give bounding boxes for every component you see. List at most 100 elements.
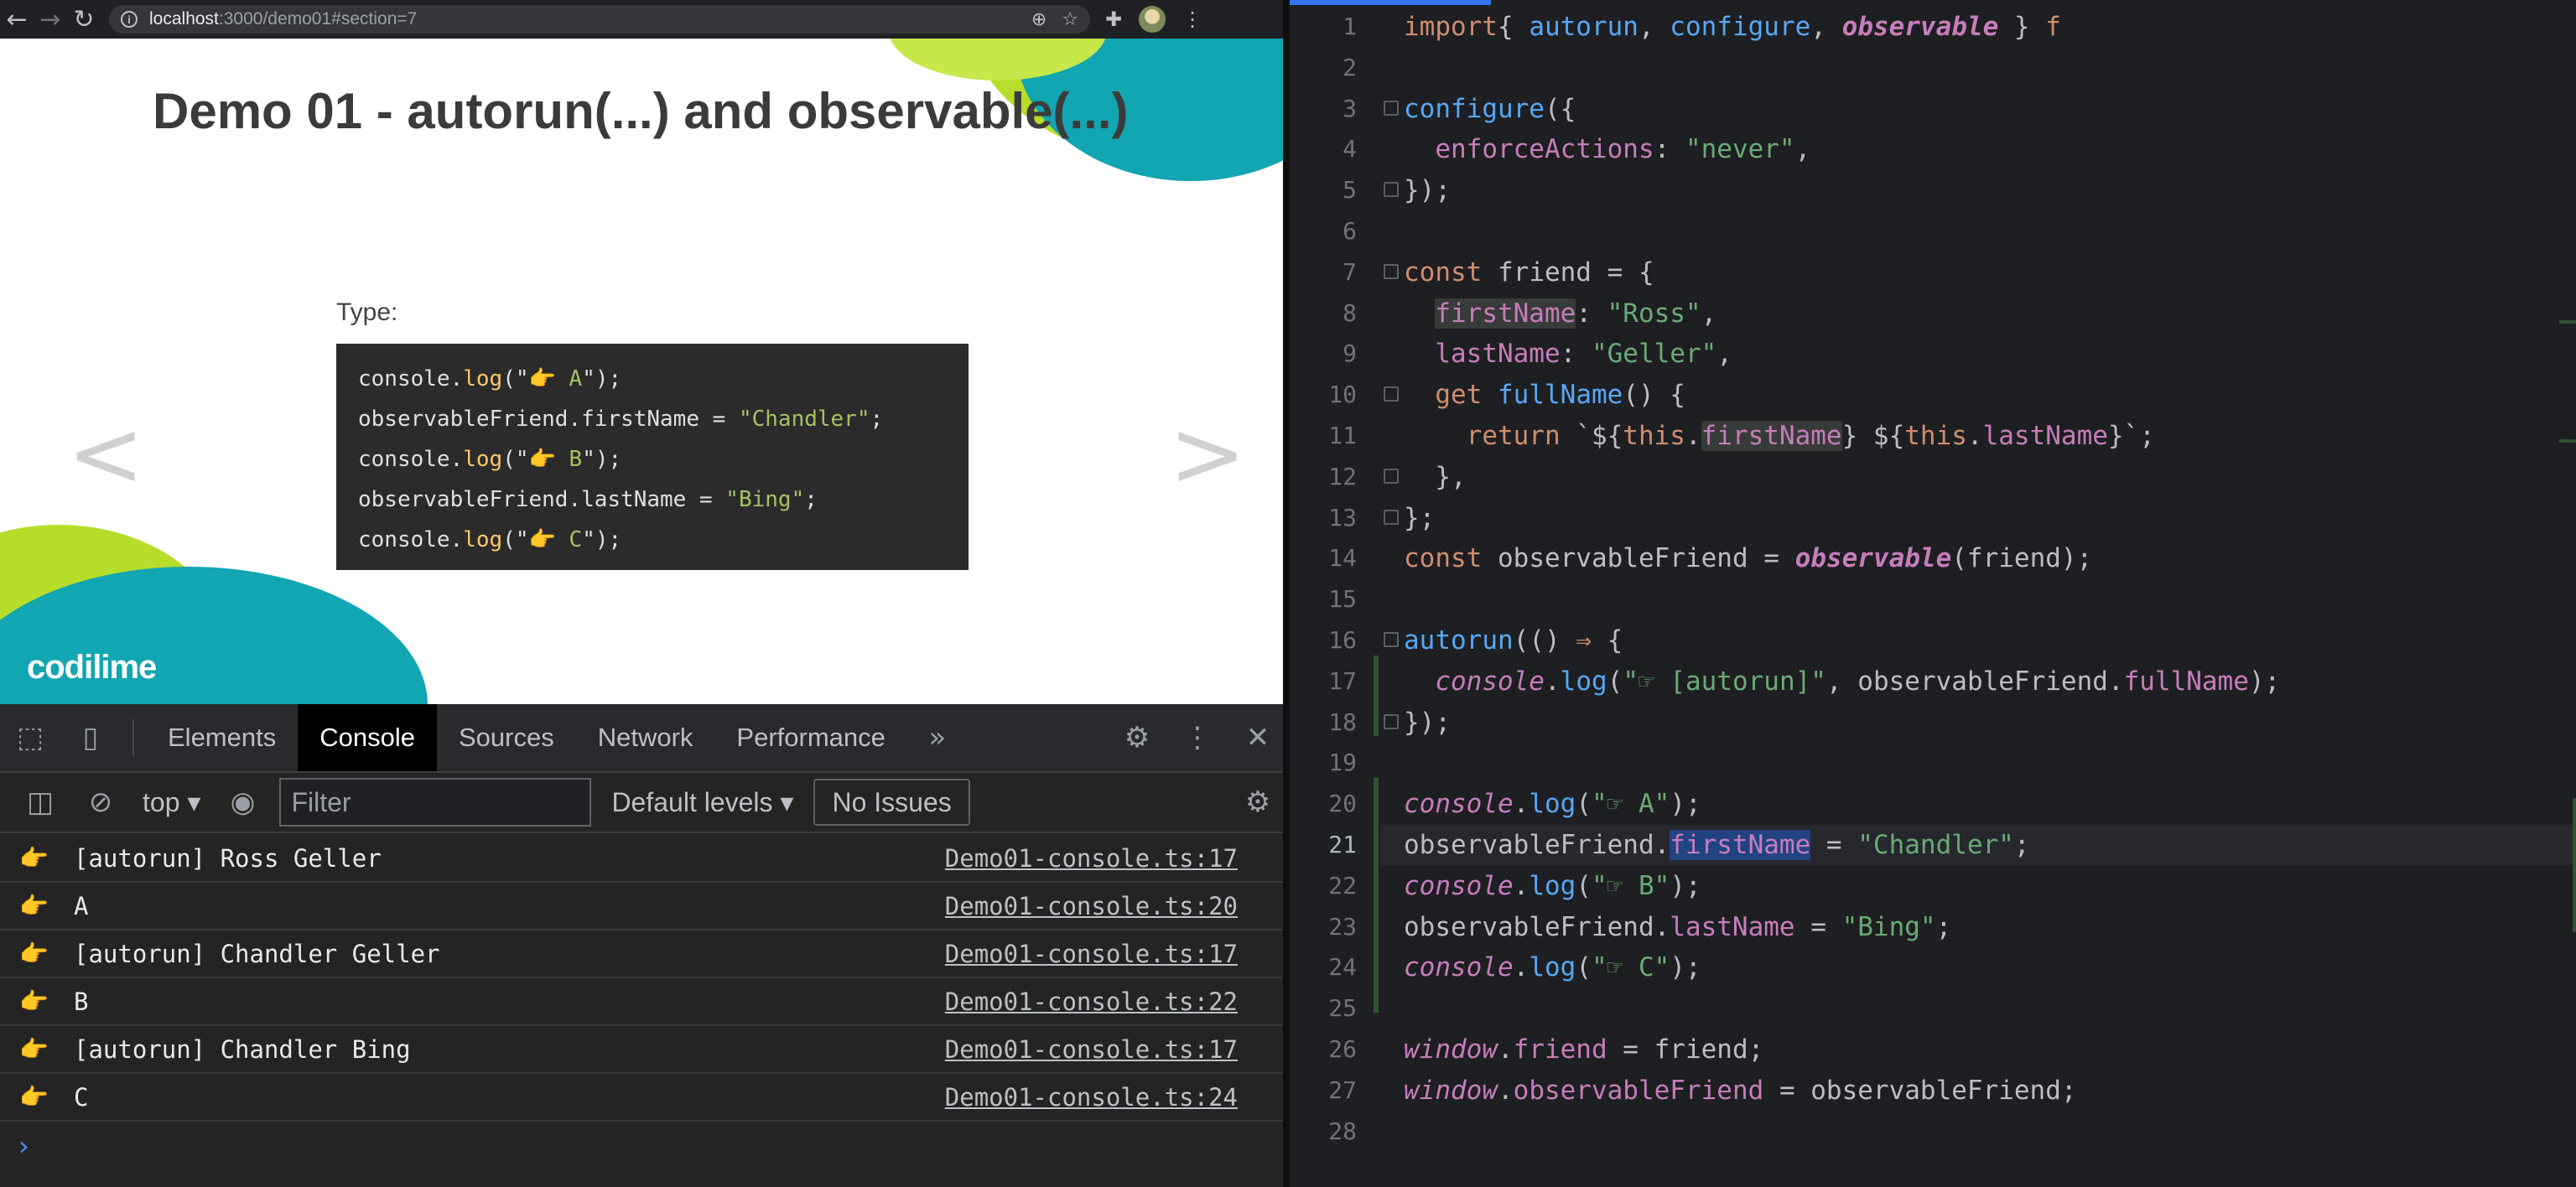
line-number: 19 [1328,749,1357,777]
console-source-link[interactable]: Demo01-console.ts:17 [945,940,1288,968]
code-token: ); [1670,952,1701,983]
fold-marker-icon[interactable] [1384,468,1399,484]
code-token: lastName [1982,421,2108,451]
pointing-hand-icon: 👉 [528,527,556,552]
console-source-link[interactable]: Demo01-console.ts:17 [945,1035,1288,1064]
log-levels-select[interactable]: Default levels ▾ [591,786,813,818]
code-token: log [463,366,503,391]
fold-marker-icon[interactable] [1384,713,1399,729]
profile-avatar[interactable] [1139,6,1166,33]
code-line[interactable]: const friend = { [1404,252,1654,293]
settings-gear-icon[interactable]: ⚙ [1107,721,1167,754]
console-source-link[interactable]: Demo01-console.ts:22 [945,987,1288,1016]
code-line[interactable]: }); [1404,170,1451,210]
code-line[interactable]: window.observableFriend = observableFrie… [1404,1070,2077,1111]
fold-marker-icon[interactable] [1384,632,1399,647]
line-number: 5 [1343,176,1357,205]
code-token: ; [2013,830,2030,860]
code-token: log [1560,666,1607,697]
tab-performance[interactable]: Performance [714,704,906,771]
pointing-hand-icon: 👉 [19,844,49,872]
fold-marker-icon[interactable] [1384,386,1399,402]
fold-marker-icon[interactable] [1384,100,1399,116]
fold-marker-icon[interactable] [1384,509,1399,525]
code-line[interactable]: console.log("☞ B"); [1404,866,1701,906]
code-line[interactable]: console.log("☞ [autorun]", observableFri… [1404,661,2280,702]
code-line[interactable]: get fullName() { [1404,375,1685,415]
url-host: localhost [149,9,219,29]
back-icon[interactable]: ← [0,0,34,39]
console-filter-input[interactable] [279,778,592,827]
code-line[interactable]: window.friend = friend; [1404,1029,1763,1070]
code-token: }`; [2107,421,2155,451]
code-token: console [1404,952,1514,983]
inspect-element-icon[interactable]: ⬚ [0,704,60,771]
code-line[interactable]: console.log("☞ C"); [1404,947,1701,987]
code-line[interactable]: return `${this.firstName} ${this.lastNam… [1404,416,2155,456]
fold-marker-icon[interactable] [1384,263,1399,279]
tab-console[interactable]: Console [298,704,437,771]
clear-console-icon[interactable]: ⊘ [70,777,131,827]
code-token: import [1404,12,1498,42]
code-editor[interactable]: 1 2 3 4 5 6 7 8 9 10 11 12 13 14 15 16 17 18 19 20 21 22 23 24 2… [1290,0,2576,1187]
browser-menu-icon[interactable]: ⋮ [1182,8,1202,31]
sidebar-toggle-icon[interactable]: ◫ [10,777,70,827]
console-prompt-icon[interactable]: › [18,1130,29,1162]
code-line[interactable]: configure({ [1404,89,1576,129]
log-levels-value: Default levels [611,787,773,817]
issues-button[interactable]: No Issues [813,779,970,826]
code-line[interactable]: }; [1404,498,1435,538]
next-slide-arrow[interactable]: > [1169,407,1246,500]
console-source-link[interactable]: Demo01-console.ts:17 [945,844,1288,873]
code-line[interactable]: autorun(() ⇒ { [1404,620,1623,661]
slide-code-line: console.log("👉 C"); [358,520,947,560]
code-line[interactable]: const observableFriend = observable(frie… [1404,538,2092,578]
live-expression-eye-icon[interactable]: ◉ [212,777,273,827]
context-select[interactable]: top ▾ [131,786,212,818]
code-token: ; [1935,911,1952,942]
code-line[interactable]: firstName: "Ross", [1404,293,1716,334]
code-token: . [1685,421,1701,451]
forward-icon[interactable]: → [34,0,67,39]
code-line[interactable]: enforceActions: "never", [1404,129,1810,169]
line-number-gutter: 1 2 3 4 5 6 7 8 9 10 11 12 13 14 15 16 17 18 19 20 21 22 23 24 2… [1290,0,1380,1187]
devtools-menu-icon[interactable]: ⋮ [1167,721,1228,754]
prev-slide-arrow[interactable]: < [67,407,144,500]
line-number: 14 [1328,544,1357,573]
fold-marker-icon[interactable] [1384,182,1399,198]
site-info-icon[interactable]: i [121,11,138,28]
console-source-link[interactable]: Demo01-console.ts:24 [945,1083,1288,1112]
code-token: ); [1670,870,1701,901]
code-line[interactable]: console.log("☞ A"); [1404,784,1701,824]
tab-elements[interactable]: Elements [146,704,298,771]
console-source-link[interactable]: Demo01-console.ts:20 [945,892,1288,920]
tab-sources[interactable]: Sources [437,704,576,771]
more-tabs-icon[interactable]: » [907,704,968,771]
code-token: this [1904,421,1967,451]
code-line[interactable]: }); [1404,702,1451,743]
extensions-icon[interactable]: ✚ [1105,8,1122,31]
device-toolbar-icon[interactable]: ▯ [60,704,121,771]
code-line[interactable]: lastName: "Geller", [1404,334,1732,374]
code-line[interactable]: observableFriend.firstName = "Chandler"; [1404,825,2030,865]
code-line[interactable]: observableFriend.lastName = "Bing"; [1404,907,1951,947]
code-token: , [1716,339,1732,370]
url-field[interactable]: i localhost:3000/demo01#section=7 ⊕ ☆ [109,5,1090,34]
close-devtools-icon[interactable]: ✕ [1228,721,1288,754]
tab-network[interactable]: Network [576,704,715,771]
code-token: }); [1404,175,1451,206]
code-line[interactable]: }, [1404,457,1466,497]
reload-icon[interactable]: ↻ [67,0,101,39]
install-icon[interactable]: ⊕ [1031,9,1046,30]
pane-splitter[interactable] [1283,0,1290,1187]
code-token: observable [1841,12,1999,42]
bookmark-star-icon[interactable]: ☆ [1062,9,1078,30]
code-token: . [1513,789,1530,820]
line-number: 1 [1343,13,1357,40]
slide-code-line: observableFriend.firstName = "Chandler"; [358,399,947,439]
code-line[interactable]: import{ autorun, configure, observable }… [1404,7,2061,47]
console-settings-gear-icon[interactable]: ⚙ [1228,777,1288,827]
line-number: 26 [1328,1035,1357,1063]
